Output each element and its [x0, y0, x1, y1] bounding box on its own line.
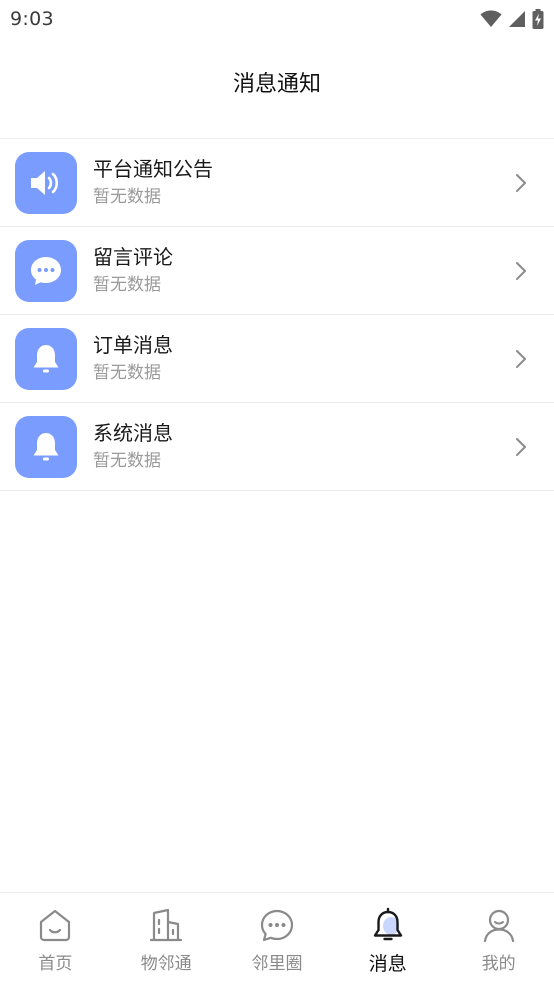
chevron-right-icon	[514, 437, 528, 457]
tab-profile[interactable]: 我的	[443, 893, 554, 984]
building-icon	[148, 907, 184, 943]
page-title: 消息通知	[232, 72, 321, 97]
chevron-right-icon	[514, 173, 528, 193]
notice-text: 系统消息 暂无数据	[93, 420, 173, 473]
chat-circle-icon	[259, 907, 295, 943]
chevron-right-icon	[514, 261, 528, 281]
bell-icon	[33, 432, 59, 460]
chevron-right-icon	[514, 349, 528, 369]
battery-charging-icon	[532, 9, 544, 29]
notice-text: 订单消息 暂无数据	[93, 332, 173, 385]
tab-label: 我的	[481, 954, 516, 974]
notice-text: 平台通知公告 暂无数据	[93, 156, 213, 209]
notice-icon-box	[15, 327, 77, 390]
notice-title: 系统消息	[93, 421, 173, 445]
notice-list: 平台通知公告 暂无数据 留言评论 暂无数据 订单消息 暂无数据 系统消息 暂无数…	[0, 138, 554, 491]
status-time: 9:03	[10, 8, 54, 30]
tab-label: 消息	[368, 953, 407, 975]
notice-item-system[interactable]: 系统消息 暂无数据	[0, 403, 554, 491]
tab-label: 首页	[38, 954, 73, 974]
wifi-icon	[480, 10, 502, 27]
notice-subtitle: 暂无数据	[93, 363, 161, 383]
notice-icon-box	[15, 415, 77, 478]
chat-bubble-icon	[31, 256, 61, 285]
notice-item-comments[interactable]: 留言评论 暂无数据	[0, 227, 554, 315]
status-icons	[480, 9, 544, 29]
tab-messages[interactable]: 消息	[332, 893, 443, 984]
notice-subtitle: 暂无数据	[93, 275, 161, 295]
signal-icon	[509, 11, 525, 27]
home-icon	[37, 907, 73, 943]
notice-item-platform[interactable]: 平台通知公告 暂无数据	[0, 139, 554, 227]
notice-subtitle: 暂无数据	[93, 451, 161, 471]
bell-icon	[33, 344, 59, 372]
notice-title: 订单消息	[93, 333, 173, 357]
tab-home[interactable]: 首页	[0, 893, 111, 984]
user-icon	[481, 907, 517, 943]
notice-item-orders[interactable]: 订单消息 暂无数据	[0, 315, 554, 403]
notice-text: 留言评论 暂无数据	[93, 244, 173, 297]
tab-neighbor-service[interactable]: 物邻通	[111, 893, 222, 984]
tab-label: 邻里圈	[251, 954, 303, 974]
app-header: 消息通知	[0, 60, 554, 104]
screen: 9:03 消息通知 平台通知公告 暂无数据 留言评论 暂无数据 订单消息 暂无数…	[0, 0, 554, 984]
tab-label: 物邻通	[140, 954, 192, 974]
notice-subtitle: 暂无数据	[93, 187, 161, 207]
bell-icon	[370, 907, 406, 943]
notice-icon-box	[15, 239, 77, 302]
notice-title: 留言评论	[93, 245, 173, 269]
tab-neighborhood-circle[interactable]: 邻里圈	[222, 893, 333, 984]
status-bar: 9:03	[0, 0, 554, 38]
bottom-nav: 首页 物邻通 邻里圈 消息 我的	[0, 892, 554, 984]
notice-title: 平台通知公告	[93, 157, 213, 181]
notice-icon-box	[15, 151, 77, 214]
speaker-icon	[31, 170, 59, 195]
